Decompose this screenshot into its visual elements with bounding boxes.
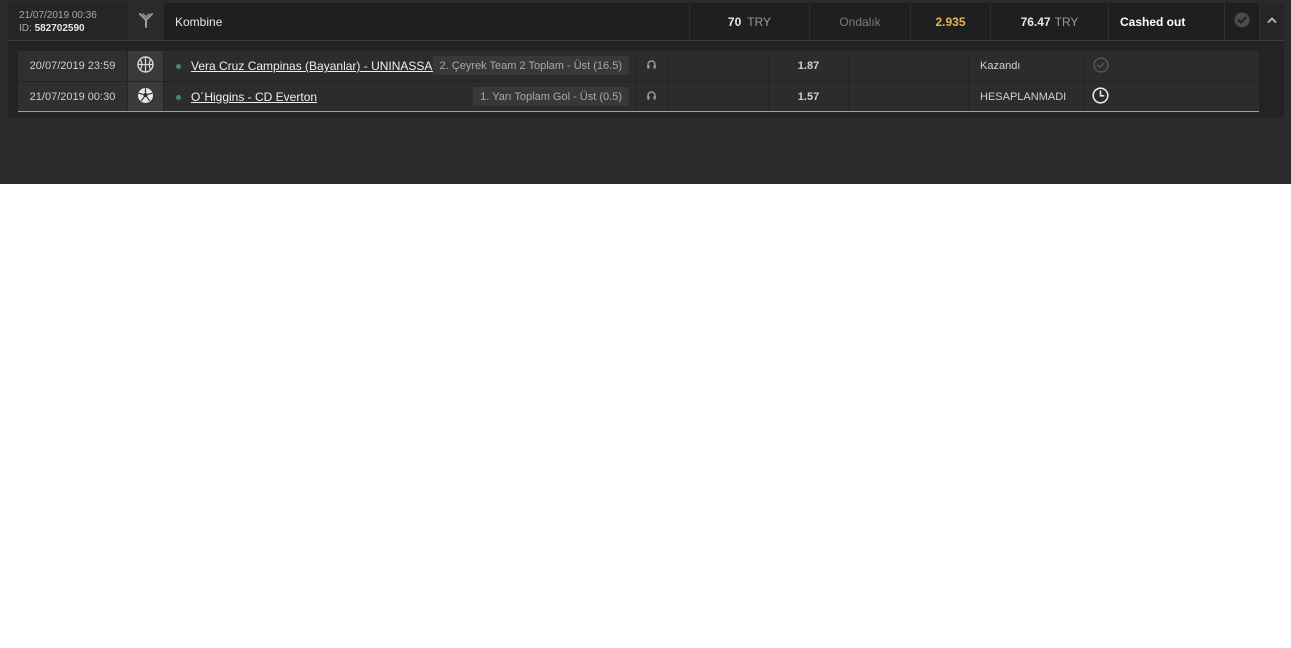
live-dot-icon bbox=[176, 94, 181, 100]
leg-sport-cell bbox=[128, 51, 164, 81]
leg-empty-cell bbox=[849, 82, 969, 112]
bet-return: 76.47 TRY bbox=[991, 3, 1109, 40]
bet-type: Kombine bbox=[164, 3, 690, 40]
bet-id: ID: 582702590 bbox=[19, 22, 85, 35]
bet-stake: 70 TRY bbox=[690, 3, 810, 40]
leg-empty-cell bbox=[668, 82, 769, 112]
leg-market: 1. Yarı Toplam Gol - Üst (0.5) bbox=[473, 87, 629, 106]
chevron-up-icon bbox=[1266, 14, 1278, 29]
bet-id-label: ID: bbox=[19, 22, 32, 34]
leg-date: 20/07/2019 23:59 bbox=[18, 51, 128, 81]
leg-status: HESAPLANMADI bbox=[969, 82, 1084, 112]
return-currency: TRY bbox=[1054, 14, 1079, 29]
bet-status: Cashed out bbox=[1109, 3, 1225, 40]
soccer-ball-icon bbox=[137, 87, 154, 107]
headset-icon bbox=[646, 90, 657, 104]
basketball-icon bbox=[137, 56, 154, 76]
bet-date: 21/07/2019 00:36 bbox=[19, 9, 97, 21]
leg-sport-cell bbox=[128, 82, 164, 112]
leg-odds: 1.57 bbox=[769, 82, 849, 112]
stake-currency: TRY bbox=[747, 14, 772, 29]
headset-icon bbox=[646, 59, 657, 73]
total-odds: 2.935 bbox=[911, 3, 991, 40]
bet-status-icon-cell bbox=[1225, 3, 1260, 40]
bet-date-id-cell: 21/07/2019 00:36 ID: 582702590 bbox=[8, 3, 128, 40]
leg-status-icon-cell bbox=[1084, 82, 1118, 112]
return-amount: 76.47 bbox=[1020, 14, 1051, 29]
clock-icon bbox=[1092, 87, 1109, 107]
bet-id-value: 582702590 bbox=[34, 22, 85, 34]
leg-event-cell: O´Higgins - CD Everton 1. Yarı Toplam Go… bbox=[164, 82, 636, 112]
bet-leg-row: 20/07/2019 23:59 Vera Cruz Campinas (Bay… bbox=[18, 51, 1259, 81]
leg-market: 2. Çeyrek Team 2 Toplam - Üst (16.5) bbox=[432, 56, 629, 75]
leg-odds: 1.87 bbox=[769, 51, 849, 81]
leg-date: 21/07/2019 00:30 bbox=[18, 82, 128, 112]
leg-status: Kazandı bbox=[969, 51, 1084, 81]
bet-type-icon-cell bbox=[128, 3, 164, 40]
odds-format: Ondalık bbox=[810, 3, 911, 40]
bet-header-row[interactable]: 21/07/2019 00:36 ID: 582702590 Kombine 7… bbox=[8, 3, 1284, 41]
active-leg-divider bbox=[18, 111, 1259, 112]
leg-empty-cell bbox=[849, 51, 969, 81]
leg-status-icon-cell bbox=[1084, 51, 1118, 81]
bet-leg-row: 21/07/2019 00:30 O´Higgins - CD Everton … bbox=[18, 82, 1259, 112]
bet-history-panel: 21/07/2019 00:36 ID: 582702590 Kombine 7… bbox=[0, 0, 1291, 184]
leg-event-link[interactable]: O´Higgins - CD Everton bbox=[191, 90, 317, 104]
live-dot-icon bbox=[176, 63, 181, 69]
collapse-button[interactable] bbox=[1260, 3, 1284, 40]
check-circle-icon bbox=[1234, 12, 1250, 31]
stake-amount: 70 bbox=[727, 14, 742, 29]
bet-card: 21/07/2019 00:36 ID: 582702590 Kombine 7… bbox=[8, 3, 1284, 118]
branch-merge-icon bbox=[137, 11, 155, 32]
leg-info-cell[interactable] bbox=[636, 82, 668, 112]
leg-empty-cell bbox=[668, 51, 769, 81]
check-circle-outline-icon bbox=[1092, 56, 1109, 76]
leg-info-cell[interactable] bbox=[636, 51, 668, 81]
leg-event-cell: Vera Cruz Campinas (Bayanlar) - UNINASSA… bbox=[164, 51, 636, 81]
